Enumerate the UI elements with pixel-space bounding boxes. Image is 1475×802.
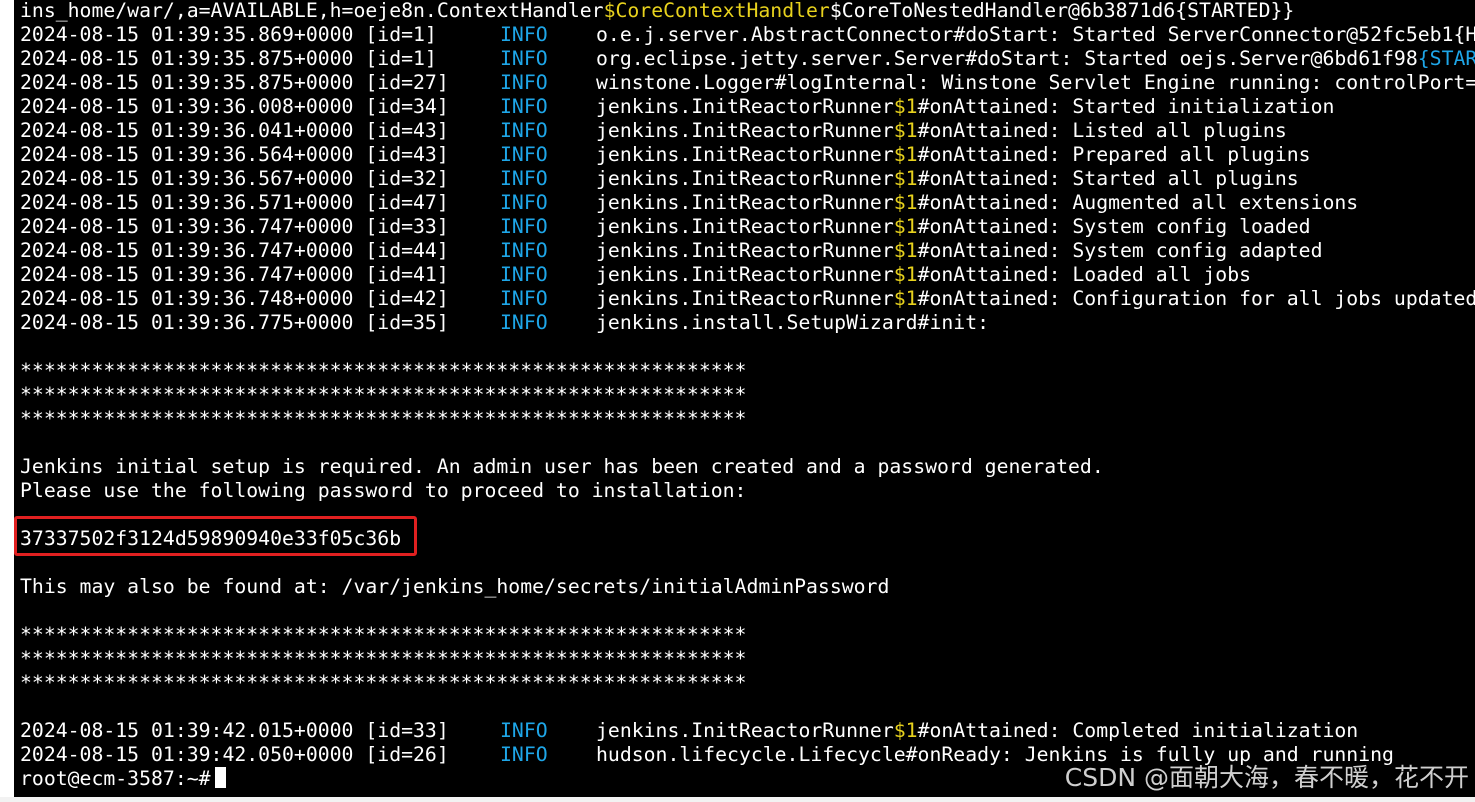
log-line: 2024-08-15 01:39:35.875+0000 [id=1] INFO o… (20, 47, 1475, 70)
text-cursor (214, 767, 226, 788)
prompt-text: root@ecm-3587:~# (20, 767, 211, 790)
stars-divider: ****************************************… (20, 383, 747, 406)
stars-divider: ****************************************… (20, 671, 747, 694)
log-line: 2024-08-15 01:39:36.564+0000 [id=43] INFO… (20, 143, 1311, 166)
shell-prompt[interactable]: root@ecm-3587:~# (20, 767, 226, 791)
setup-instruction: Please use the following password to pro… (20, 479, 747, 502)
log-line: 2024-08-15 01:39:36.571+0000 [id=47] INFO… (20, 191, 1359, 214)
stars-divider: ****************************************… (20, 623, 747, 646)
terminal-window[interactable]: ins_home/war/,a=AVAILABLE,h=oeje8n.Conte… (14, 0, 1475, 797)
log-line: 2024-08-15 01:39:35.875+0000 [id=27] INFO… (20, 71, 1475, 94)
stars-divider: ****************************************… (20, 647, 747, 670)
log-line: 2024-08-15 01:39:36.041+0000 [id=43] INFO… (20, 119, 1287, 142)
setup-message: Jenkins initial setup is required. An ad… (20, 455, 1104, 478)
log-line: 2024-08-15 01:39:36.008+0000 [id=34] INFO… (20, 95, 1335, 118)
csdn-watermark: CSDN @面朝大海，春不暖，花不开 (1064, 763, 1469, 792)
log-line: 2024-08-15 01:39:36.775+0000 [id=35] INFO… (20, 311, 990, 334)
password-file-path: This may also be found at: /var/jenkins_… (20, 575, 890, 598)
log-line: 2024-08-15 01:39:36.747+0000 [id=44] INFO… (20, 239, 1323, 262)
log-line: 2024-08-15 01:39:36.567+0000 [id=32] INFO… (20, 167, 1299, 190)
log-line: 2024-08-15 01:39:36.747+0000 [id=33] INFO… (20, 215, 1311, 238)
left-margin (0, 0, 14, 802)
stars-divider: ****************************************… (20, 407, 747, 430)
stars-divider: ****************************************… (20, 359, 747, 382)
bottom-edge (0, 797, 1475, 802)
log-line: 2024-08-15 01:39:36.747+0000 [id=41] INFO… (20, 263, 1252, 286)
log-line: 2024-08-15 01:39:36.748+0000 [id=42] INFO… (20, 287, 1475, 310)
password-highlight-box (14, 516, 417, 556)
log-line: 2024-08-15 01:39:42.015+0000 [id=33] INFO… (20, 719, 1359, 742)
log-line-context-handler: ins_home/war/,a=AVAILABLE,h=oeje8n.Conte… (20, 0, 1295, 22)
log-line: 2024-08-15 01:39:35.869+0000 [id=1] INFO o… (20, 23, 1475, 46)
